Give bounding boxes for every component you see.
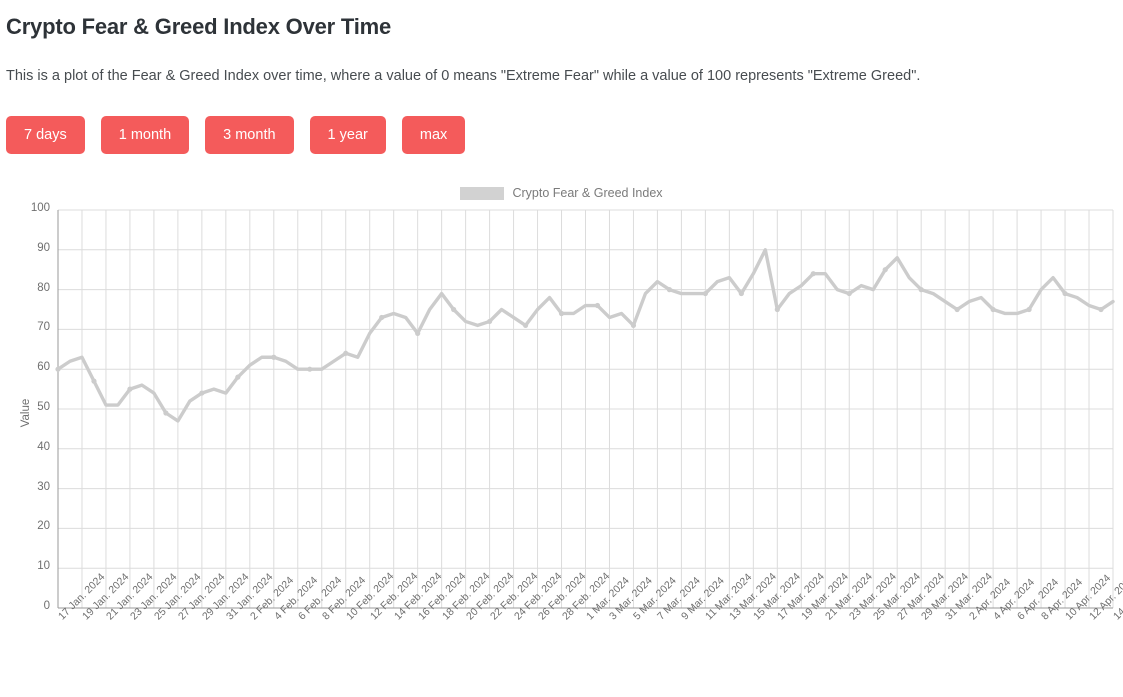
range-button-3-month[interactable]: 3 month <box>205 116 294 154</box>
range-button-1-month[interactable]: 1 month <box>100 116 190 154</box>
y-tick-label: 10 <box>37 560 50 573</box>
chart-gridlines <box>57 209 1114 609</box>
y-axis-title: Value <box>20 398 32 428</box>
y-tick-label: 60 <box>37 361 50 374</box>
y-tick-label: 0 <box>43 600 50 612</box>
range-button-1-year[interactable]: 1 year <box>309 116 386 154</box>
fear-greed-index-page: Crypto Fear & Greed Index Over Time This… <box>0 0 1123 697</box>
range-button-max[interactable]: max <box>401 116 466 154</box>
range-button-7-days[interactable]: 7 days <box>6 116 85 154</box>
y-tick-label: 50 <box>37 401 50 413</box>
page-title: Crypto Fear & Greed Index Over Time <box>6 14 392 39</box>
chart-area: Crypto Fear & Greed Index Value 0 10 20 30 4… <box>0 175 1123 697</box>
range-selector: 7 days 1 month 3 month 1 year max <box>6 116 466 154</box>
y-tick-label: 80 <box>37 281 50 294</box>
y-tick-label: 30 <box>37 480 50 493</box>
y-tick-label: 40 <box>37 440 50 453</box>
y-tick-label: 100 <box>30 202 50 214</box>
plot-area: Value 0 10 20 30 40 50 60 70 80 90 100 17 Jan. 2024… <box>0 175 1123 697</box>
page-subtitle: This is a plot of the Fear & Greed Index… <box>6 68 921 84</box>
y-tick-label: 20 <box>37 520 50 533</box>
y-tick-label: 70 <box>37 321 50 334</box>
y-tick-label: 90 <box>37 241 50 254</box>
